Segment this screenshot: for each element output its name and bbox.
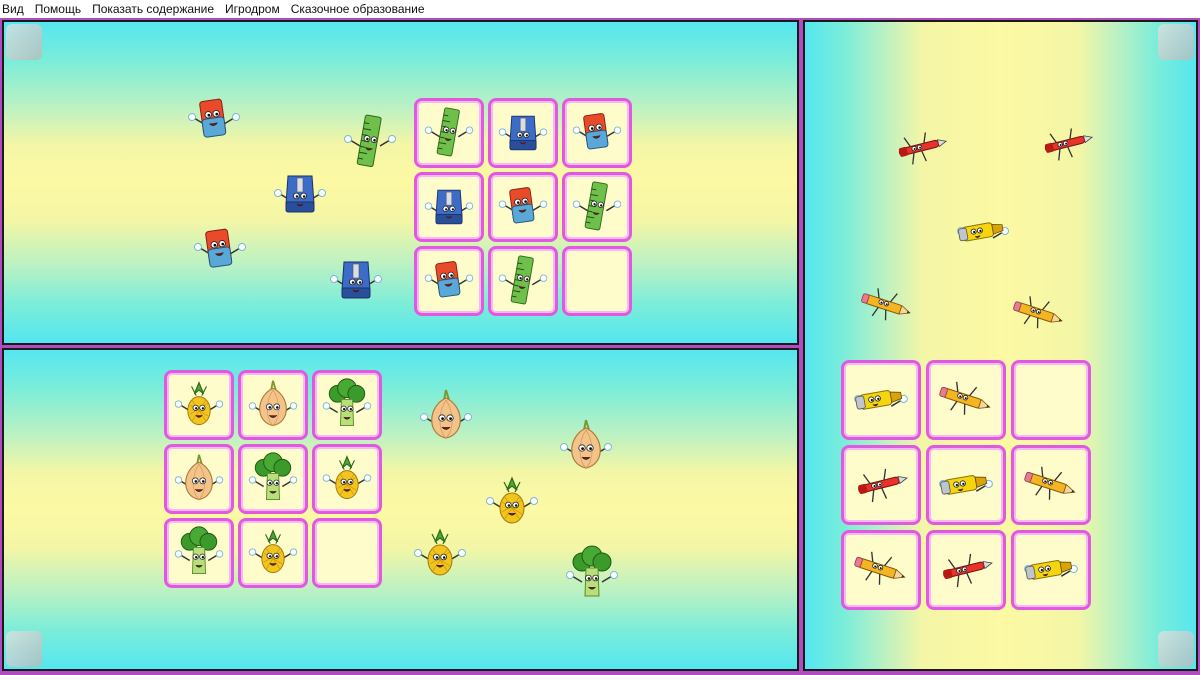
grid-cell[interactable] [926, 530, 1006, 610]
grid-cell[interactable] [562, 98, 632, 168]
ruler-icon [344, 114, 396, 168]
puzzle-grid-stationery [414, 98, 632, 316]
sharpener-blue-icon [330, 261, 382, 299]
corner-button-bottom-right[interactable] [1158, 631, 1194, 667]
loose-piece[interactable] [326, 250, 386, 310]
sharpener-blue-icon [424, 189, 474, 225]
pencil-icon [939, 381, 991, 415]
highlighter-icon [957, 222, 1009, 242]
loose-piece[interactable] [270, 164, 330, 224]
puzzle-panel-vegetables [2, 348, 799, 671]
grid-cell[interactable] [414, 246, 484, 316]
loose-piece[interactable] [184, 90, 244, 150]
grid-cell[interactable] [164, 518, 234, 588]
grid-cell[interactable] [1011, 530, 1091, 610]
eraser-icon [194, 228, 246, 268]
grid-cell[interactable] [841, 445, 921, 525]
grid-cell[interactable] [238, 444, 308, 514]
menu-bar: Вид Помощь Показать содержание Игродром … [0, 0, 1200, 18]
pencil-icon [1024, 466, 1076, 500]
grid-cell[interactable] [488, 172, 558, 242]
pineapple-icon [486, 476, 538, 524]
onion-icon [248, 380, 298, 427]
grid-cell[interactable] [926, 445, 1006, 525]
grid-cell[interactable] [414, 98, 484, 168]
grid-cell[interactable] [562, 172, 632, 242]
red-pen-icon [1043, 128, 1094, 161]
grid-cell-empty[interactable] [312, 518, 382, 588]
loose-piece[interactable] [1037, 114, 1097, 174]
pineapple-icon [322, 455, 372, 500]
grid-cell[interactable] [238, 370, 308, 440]
loose-piece[interactable] [482, 472, 542, 532]
red-pen-icon [897, 132, 948, 165]
loose-piece[interactable] [857, 276, 917, 336]
broccoli-icon [322, 378, 372, 426]
puzzle-panel-pens [803, 20, 1198, 671]
onion-icon [174, 454, 224, 501]
grid-cell[interactable] [414, 172, 484, 242]
puzzle-panel-stationery [2, 20, 799, 345]
ruler-icon [424, 107, 474, 157]
corner-button-bottom-left[interactable] [6, 631, 42, 667]
loose-piece[interactable] [190, 220, 250, 280]
loose-piece[interactable] [1009, 284, 1069, 344]
grid-cell[interactable] [1011, 445, 1091, 525]
grid-cell[interactable] [164, 444, 234, 514]
grid-cell[interactable] [312, 444, 382, 514]
ruler-icon [498, 255, 548, 305]
onion-icon [560, 419, 612, 469]
puzzle-grid-vegetables [164, 370, 382, 588]
grid-cell[interactable] [488, 246, 558, 316]
grid-cell[interactable] [312, 370, 382, 440]
highlighter-icon [854, 390, 908, 410]
broccoli-icon [248, 452, 298, 500]
loose-piece[interactable] [562, 544, 622, 604]
eraser-icon [498, 187, 548, 224]
highlighter-icon [939, 475, 993, 495]
pencil-icon [861, 288, 911, 321]
menu-item-help[interactable]: Помощь [30, 2, 87, 16]
red-pen-icon [856, 468, 908, 503]
onion-icon [420, 389, 472, 439]
menu-item-show-contents[interactable]: Показать содержание [87, 2, 220, 16]
grid-cell[interactable] [926, 360, 1006, 440]
menu-item-view[interactable]: Вид [0, 2, 30, 16]
sharpener-blue-icon [498, 115, 548, 151]
loose-piece[interactable] [340, 112, 400, 172]
grid-cell[interactable] [238, 518, 308, 588]
loose-piece[interactable] [410, 524, 470, 584]
menu-item-igrodrom[interactable]: Игродром [220, 2, 286, 16]
loose-piece[interactable] [556, 416, 616, 476]
corner-button-top-left[interactable] [6, 24, 42, 60]
grid-cell[interactable] [841, 360, 921, 440]
menu-item-fairy-education[interactable]: Сказочное образование [286, 2, 431, 16]
puzzle-grid-pens [841, 360, 1091, 610]
broccoli-icon [174, 526, 224, 574]
grid-cell-empty[interactable] [1011, 360, 1091, 440]
grid-cell-empty[interactable] [562, 246, 632, 316]
pineapple-icon [248, 529, 298, 574]
grid-cell[interactable] [841, 530, 921, 610]
highlighter-icon [1024, 560, 1078, 580]
loose-piece[interactable] [416, 386, 476, 446]
eraser-icon [188, 98, 240, 138]
pencil-icon [854, 551, 906, 585]
corner-button-top-right[interactable] [1158, 24, 1194, 60]
loose-piece[interactable] [891, 118, 951, 178]
pineapple-icon [414, 528, 466, 576]
pineapple-icon [174, 381, 224, 426]
grid-cell[interactable] [164, 370, 234, 440]
red-pen-icon [941, 553, 993, 588]
eraser-icon [572, 113, 622, 150]
pencil-icon [1013, 296, 1063, 329]
eraser-icon [424, 261, 474, 298]
loose-piece[interactable] [953, 202, 1013, 262]
sharpener-blue-icon [274, 175, 326, 213]
broccoli-icon [566, 545, 618, 597]
grid-cell[interactable] [488, 98, 558, 168]
ruler-icon [572, 181, 622, 231]
